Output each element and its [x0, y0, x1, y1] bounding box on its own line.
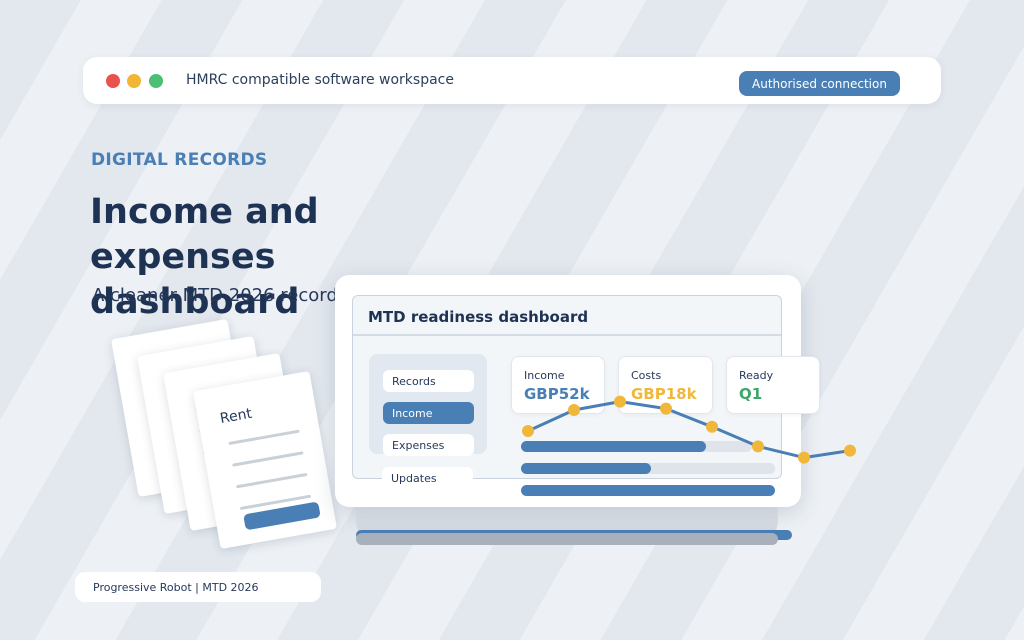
kpi-label: Income [524, 369, 565, 382]
kpi-card-income: Income GBP52k [511, 356, 605, 414]
document-title: Rent [218, 405, 254, 428]
kpi-label: Ready [739, 369, 774, 382]
minimize-window-dot[interactable] [127, 74, 141, 88]
kpi-value: Q1 [739, 385, 763, 403]
text-line [232, 451, 304, 467]
dashboard-title: MTD readiness dashboard [368, 308, 589, 326]
page-subhead: A cleaner MTD 2026 record [92, 285, 338, 306]
maximize-window-dot[interactable] [149, 74, 163, 88]
close-window-dot[interactable] [106, 74, 120, 88]
sidebar-item-updates[interactable]: Updates [382, 467, 473, 489]
sidebar-item-expenses[interactable]: Expenses [383, 434, 474, 456]
authorised-connection-button[interactable]: Authorised connection [739, 71, 900, 96]
text-line [235, 472, 308, 489]
progress-fill [521, 485, 775, 496]
headline-line-1: Income and expenses [90, 192, 319, 277]
kpi-card-ready: Ready Q1 [726, 356, 820, 414]
kpi-card-costs: Costs GBP18k [618, 356, 713, 414]
text-line [228, 429, 300, 446]
kpi-value: GBP52k [524, 385, 590, 403]
progress-fill [521, 463, 651, 474]
sidebar-item-records[interactable]: Records [383, 370, 474, 392]
progress-fill [521, 441, 706, 452]
window-titlebar: HMRC compatible software workspace Autho… [83, 57, 941, 104]
footer-badge: Progressive Robot | MTD 2026 [75, 572, 321, 602]
sidebar-nav: Records Income Expenses [369, 354, 487, 456]
kpi-value: GBP18k [631, 385, 697, 403]
divider [353, 334, 781, 336]
workspace-title: HMRC compatible software workspace [186, 72, 454, 88]
section-eyebrow: DIGITAL RECORDS [91, 150, 268, 170]
sidebar-item-income[interactable]: Income [383, 402, 474, 424]
laptop-base-shadow [356, 533, 778, 545]
kpi-label: Costs [631, 369, 662, 382]
